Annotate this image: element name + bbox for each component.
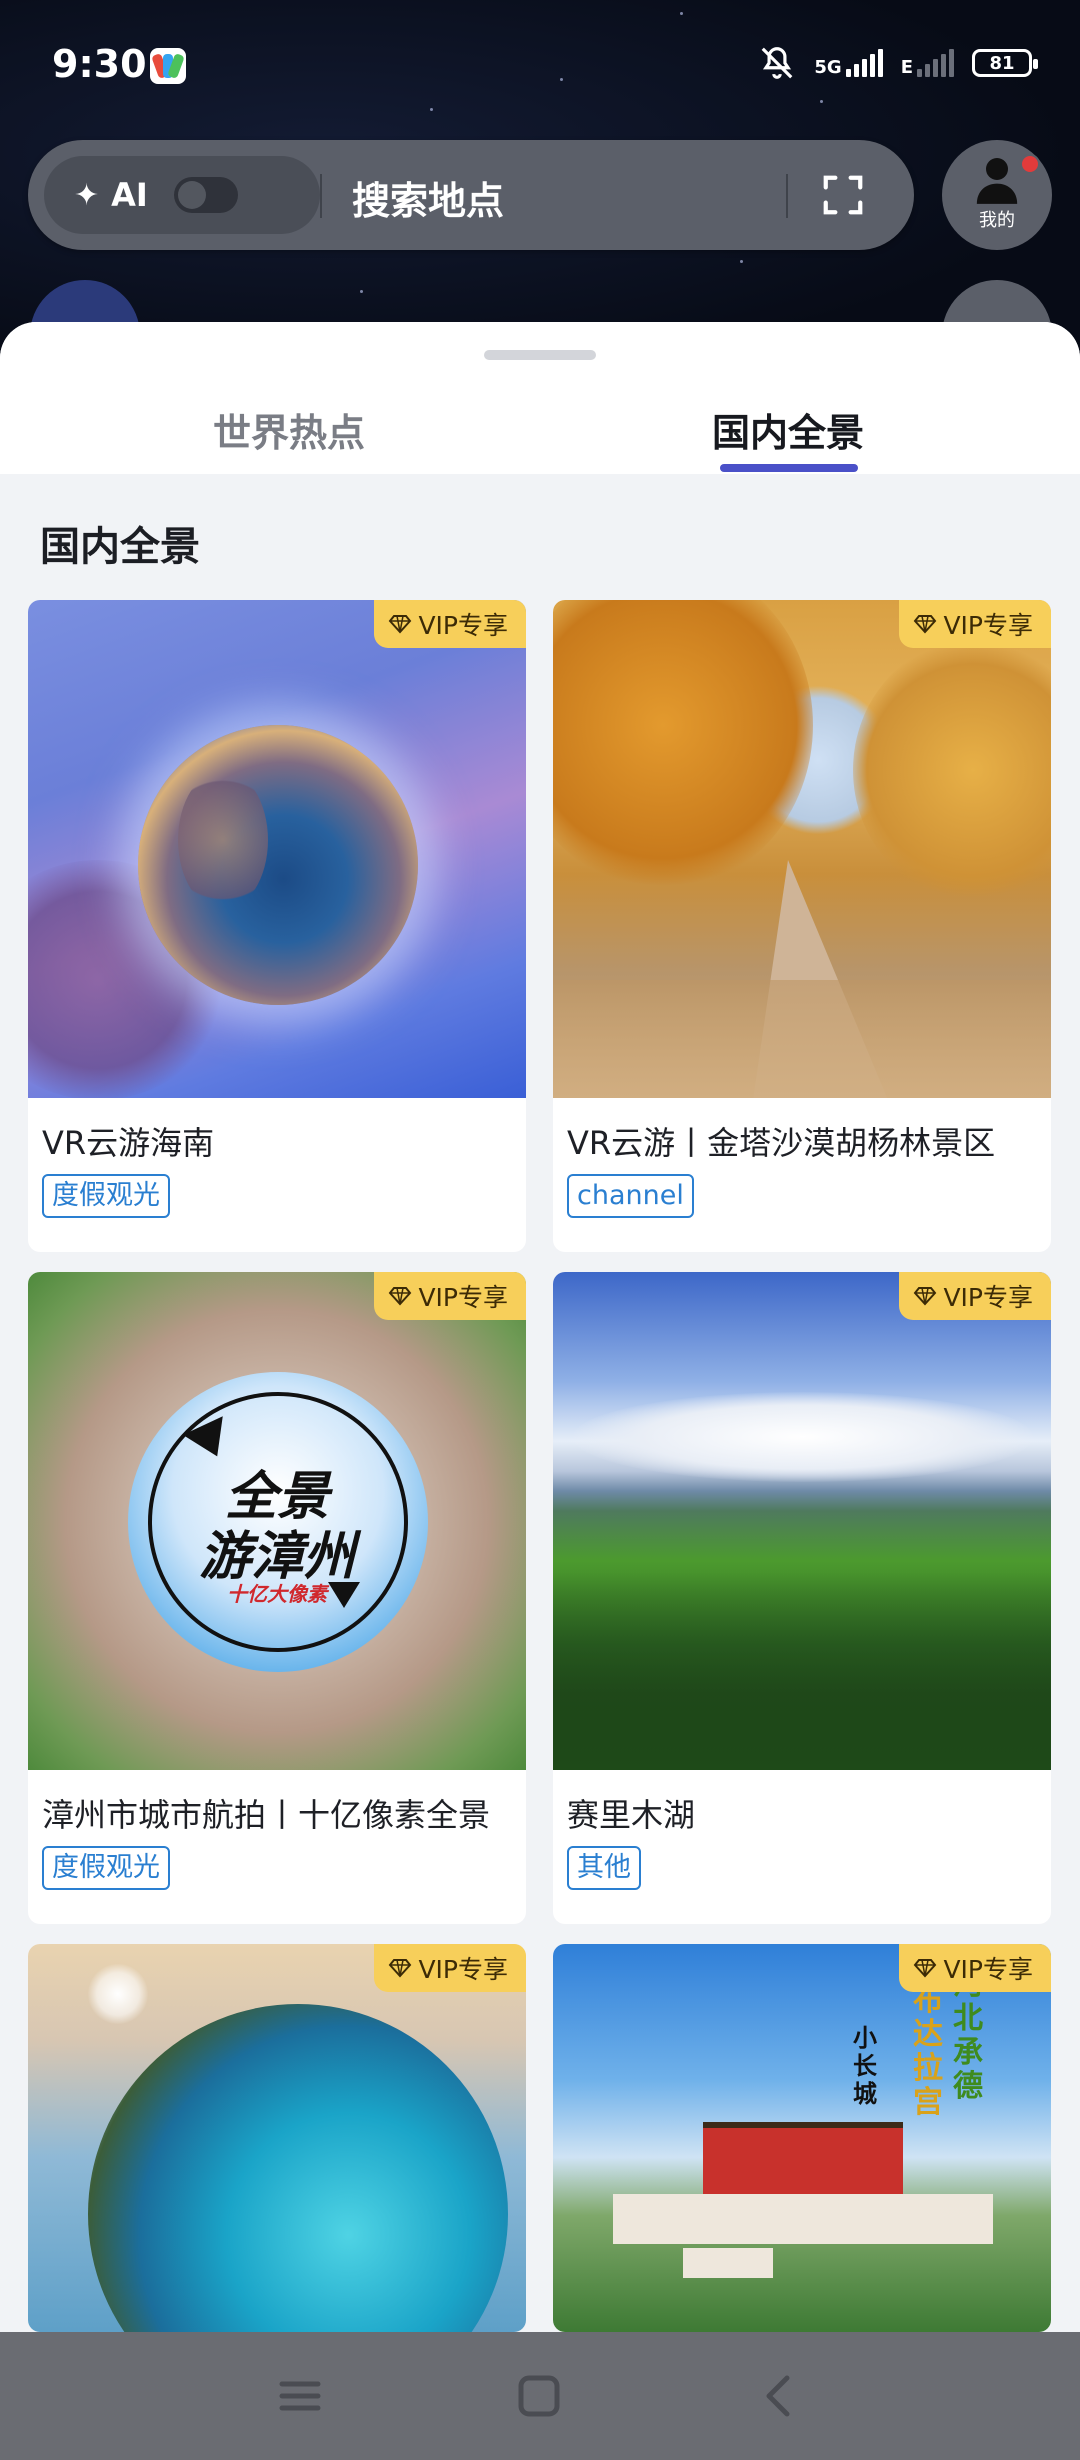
ai-toggle-pill[interactable]: ✦ AI [44,156,320,234]
diamond-icon [914,615,937,634]
notification-dot [1020,154,1040,174]
panorama-card[interactable]: VIP专享 VR云游海南 度假观光 [28,600,526,1252]
diamond-icon [914,1959,937,1978]
vip-badge: VIP专享 [374,600,526,648]
tab-world-hotspots[interactable]: 世界热点 [213,402,365,457]
battery-level: 81 [989,52,1015,74]
signal-icon-2 [917,49,954,77]
app-notification-icon [150,48,186,84]
vip-badge: VIP专享 [899,600,1051,648]
bottom-sheet: 世界热点 国内全景 国内全景 VIP专享 VR云游海南 度假观光 VIP专享 V… [0,322,1080,2332]
image-text-potala: 布达拉宫 [913,1983,943,2120]
divider [320,174,322,218]
card-image: 全景 游漳州 十亿大像素 [28,1272,526,1770]
panorama-card[interactable]: 全景 游漳州 十亿大像素 VIP专享 漳州市城市航拍丨十亿像素全景 度假观光 [28,1272,526,1924]
signal-icon [845,49,883,77]
vip-label: VIP专享 [418,1283,508,1312]
active-tab-indicator [720,464,858,472]
card-tag: 其他 [567,1846,641,1890]
section-title: 国内全景 [40,524,200,570]
mute-bell-icon [762,47,793,79]
battery-icon: 81 [972,49,1038,77]
menu-icon[interactable] [276,2372,324,2420]
ai-label: AI [111,176,148,214]
home-icon[interactable] [515,2372,563,2420]
panorama-card[interactable]: VIP专享 VR云游丨金塔沙漠胡杨林景区 channel [553,600,1051,1252]
card-title: 赛里木湖 [567,1796,696,1834]
vip-label: VIP专享 [943,611,1033,640]
sparkle-icon: ✦ [74,177,100,213]
network-type-label: 5G [814,57,842,78]
diamond-icon [389,1959,412,1978]
image-text-line3: 十亿大像素 [227,1582,327,1606]
image-text-wall: 小长城 [853,2024,877,2108]
diamond-icon [914,1287,937,1306]
status-bar: 9:30 5G E 81 [0,0,1080,136]
card-image [28,600,526,1098]
card-tag: 度假观光 [42,1174,170,1218]
card-image [553,1272,1051,1770]
card-image [553,600,1051,1098]
card-title: 漳州市城市航拍丨十亿像素全景 [42,1796,491,1834]
tab-domestic-panorama[interactable]: 国内全景 [712,402,864,457]
card-title: VR云游丨金塔沙漠胡杨林景区 [567,1124,996,1162]
vip-badge: VIP专享 [899,1272,1051,1320]
divider [786,174,788,218]
drag-handle[interactable] [484,350,596,360]
card-image [28,1944,526,2332]
scan-icon[interactable] [820,172,866,218]
vip-badge: VIP专享 [374,1944,526,1992]
profile-button[interactable]: 我的 [942,140,1052,250]
diamond-icon [389,615,412,634]
user-icon [976,158,1018,204]
card-image: 河北承德 布达拉宫 小长城 [553,1944,1051,2332]
card-title: VR云游海南 [42,1124,215,1162]
panorama-card[interactable]: 河北承德 布达拉宫 小长城 VIP专享 [553,1944,1051,2332]
ai-switch[interactable] [173,177,238,213]
vip-label: VIP专享 [943,1283,1033,1312]
diamond-icon [389,1287,412,1306]
vip-label: VIP专享 [418,1955,508,1984]
search-bar[interactable]: ✦ AI 搜索地点 [28,140,914,250]
vip-badge: VIP专享 [374,1272,526,1320]
network-type-label-2: E [900,57,913,78]
back-icon[interactable] [755,2372,803,2420]
vip-badge: VIP专享 [899,1944,1051,1992]
vip-label: VIP专享 [418,611,508,640]
sheet-header: 世界热点 国内全景 [0,322,1080,474]
system-nav-bar [0,2332,1080,2460]
panorama-card[interactable]: VIP专享 [28,1944,526,2332]
profile-label: 我的 [979,210,1015,231]
vip-label: VIP专享 [943,1955,1033,1984]
status-time: 9:30 [52,42,147,86]
card-tag: 度假观光 [42,1846,170,1890]
status-icons: 5G E 81 [758,44,1038,82]
card-tag: channel [567,1174,694,1218]
search-input[interactable]: 搜索地点 [352,170,504,225]
panorama-card[interactable]: VIP专享 赛里木湖 其他 [553,1272,1051,1924]
